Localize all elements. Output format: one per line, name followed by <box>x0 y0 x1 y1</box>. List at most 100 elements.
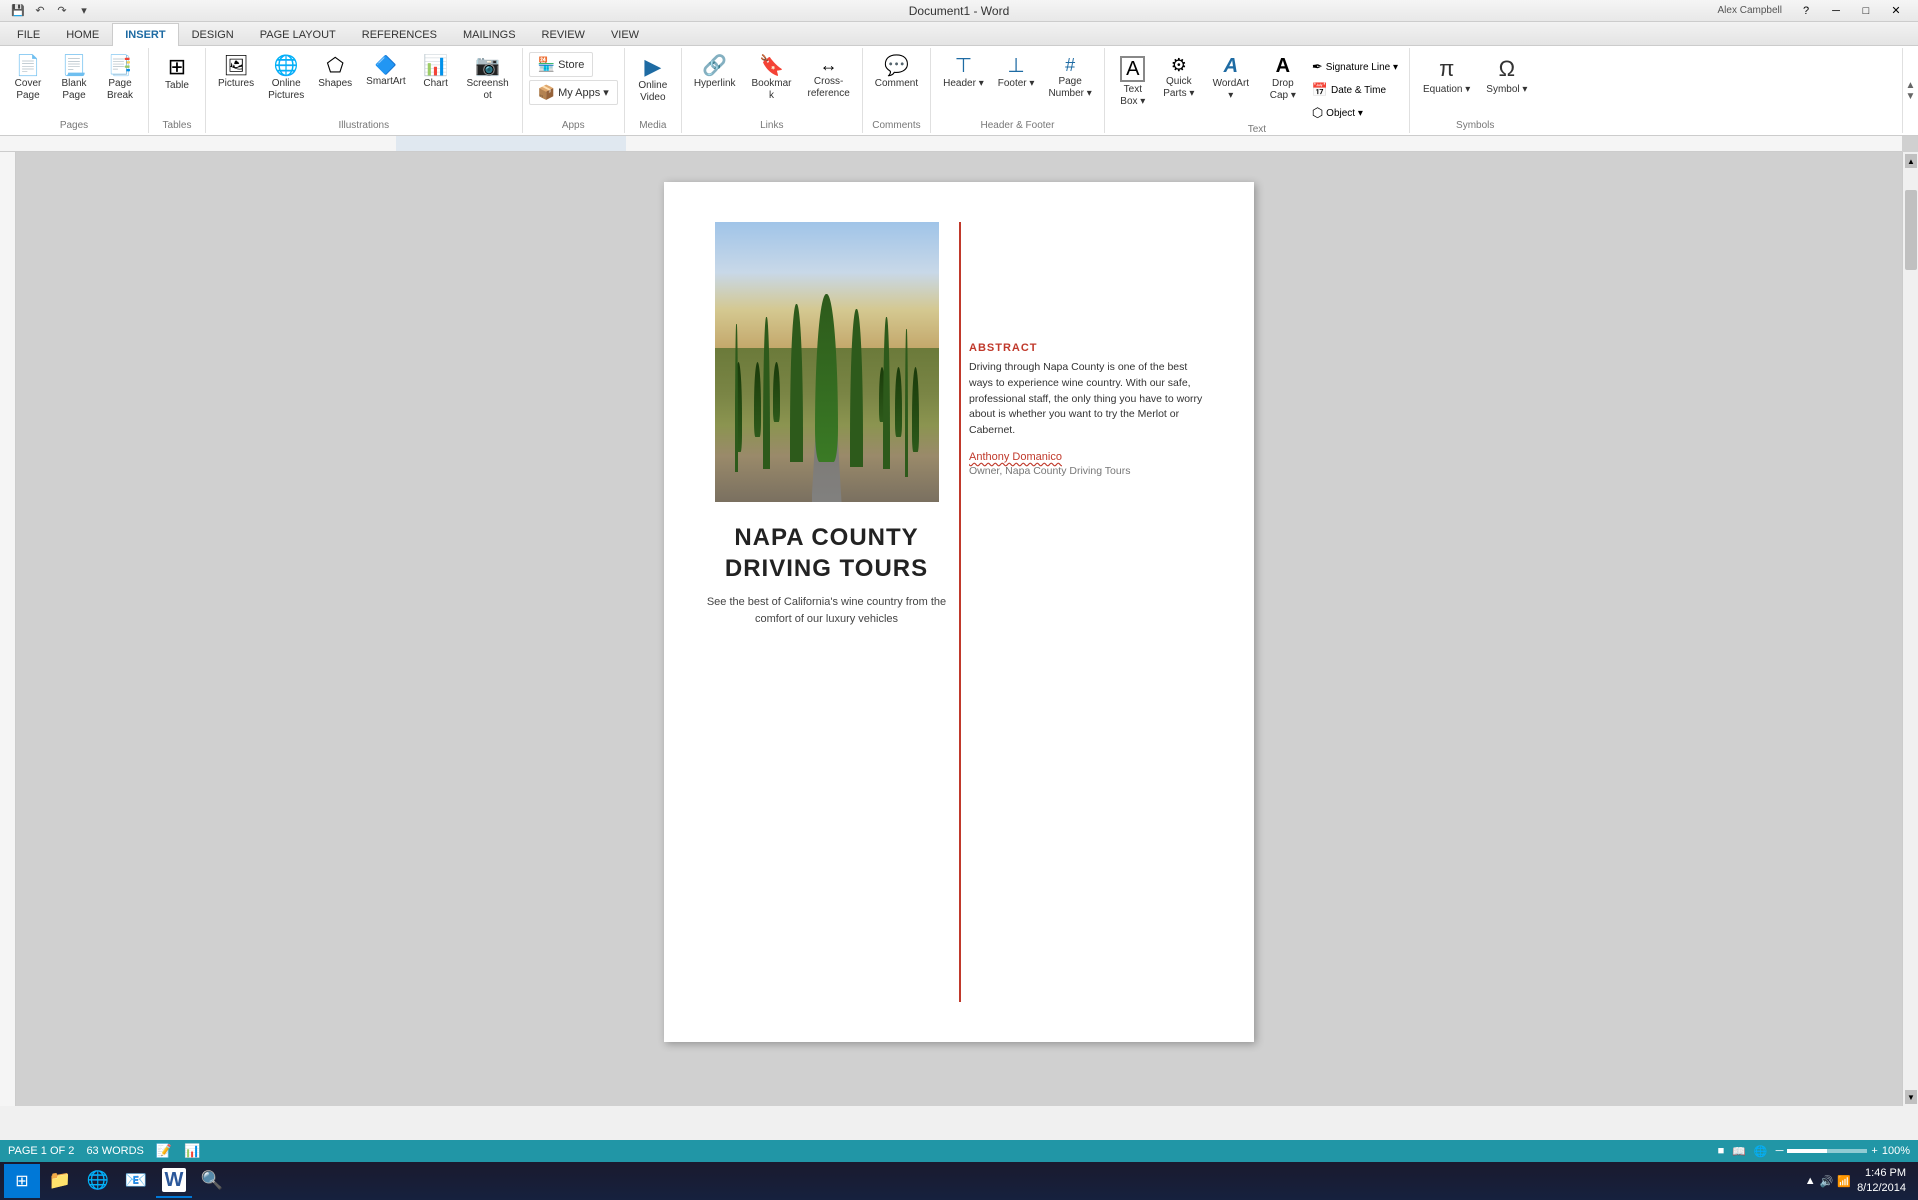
redo-qat-btn[interactable]: ↷ <box>52 2 72 20</box>
window-controls[interactable]: Alex Campbell ? ─ □ ✕ <box>1718 1 1910 21</box>
taskbar-word[interactable]: W <box>156 1164 192 1198</box>
taskbar-chrome[interactable]: 🌐 <box>80 1164 116 1198</box>
ribbon-group-header-footer: ⊤ Header ▾ ⊥ Footer ▾ # PageNumber ▾ Hea… <box>931 48 1105 133</box>
sys-tray[interactable]: ▲ 🔊 📶 <box>1805 1175 1851 1188</box>
volume-icon[interactable]: 🔊 <box>1820 1175 1834 1188</box>
start-button[interactable]: ⊞ <box>4 1164 40 1198</box>
word-icon: W <box>162 1168 186 1192</box>
text-box-btn[interactable]: A TextBox ▾ <box>1111 52 1155 112</box>
quick-parts-icon: ⚙ <box>1171 56 1187 74</box>
ribbon-group-text: A TextBox ▾ ⚙ QuickParts ▾ A WordArt ▾ A… <box>1105 48 1410 133</box>
smartart-icon: 🔷 <box>375 56 397 74</box>
trees-left <box>735 362 798 452</box>
zoom-control[interactable]: ─ + 100% <box>1776 1145 1910 1157</box>
pictures-btn[interactable]: 🖼 Pictures <box>212 52 260 94</box>
scroll-thumb[interactable] <box>1905 190 1917 270</box>
header-btn[interactable]: ⊤ Header ▾ <box>937 52 990 94</box>
ribbon-scroll[interactable]: ▲ ▼ <box>1902 48 1918 133</box>
taskbar-outlook[interactable]: 📧 <box>118 1164 154 1198</box>
tab-mailings[interactable]: MAILINGS <box>450 23 529 45</box>
status-bar: PAGE 1 OF 2 63 WORDS 📝 📊 ■ 📖 🌐 ─ + 100% <box>0 1140 1918 1162</box>
date-time-btn[interactable]: 📅 Date & Time <box>1307 79 1403 101</box>
layout-normal-btn[interactable]: ■ <box>1718 1145 1725 1157</box>
page-number-btn[interactable]: # PageNumber ▾ <box>1042 52 1097 104</box>
blank-page-icon: 📃 <box>62 56 87 76</box>
table-btn[interactable]: ⊞ Table <box>155 52 199 96</box>
tab-review[interactable]: REVIEW <box>529 23 598 45</box>
footer-icon: ⊥ <box>1007 56 1024 76</box>
network-icon[interactable]: 📶 <box>1837 1175 1851 1188</box>
pages-buttons[interactable]: 📄 CoverPage 📃 BlankPage 📑 PageBreak <box>6 50 142 120</box>
signature-line-icon: ✒ <box>1312 59 1323 75</box>
qat-more-btn[interactable]: ▾ <box>74 2 94 20</box>
taskbar-search[interactable]: 🔍 <box>194 1164 230 1198</box>
tab-view[interactable]: VIEW <box>598 23 652 45</box>
store-btn[interactable]: 🏪 Store <box>529 52 594 77</box>
notifications-icon[interactable]: ▲ <box>1805 1175 1816 1187</box>
page-break-btn[interactable]: 📑 PageBreak <box>98 52 142 106</box>
hyperlink-btn[interactable]: 🔗 Hyperlink <box>688 52 742 94</box>
taskbar-right: ▲ 🔊 📶 1:46 PM 8/12/2014 <box>1805 1166 1914 1197</box>
zoom-slider[interactable] <box>1787 1149 1867 1153</box>
save-qat-btn[interactable]: 💾 <box>8 2 28 20</box>
taskbar-file-explorer[interactable]: 📁 <box>42 1164 78 1198</box>
taskbar[interactable]: ⊞ 📁 🌐 📧 W 🔍 ▲ 🔊 📶 1:46 PM 8/12/2014 <box>0 1162 1918 1200</box>
smartart-btn[interactable]: 🔷 SmartArt <box>360 52 411 92</box>
equation-btn[interactable]: π Equation ▾ <box>1416 52 1477 99</box>
drop-cap-btn[interactable]: A DropCap ▾ <box>1261 52 1305 106</box>
quick-parts-btn[interactable]: ⚙ QuickParts ▾ <box>1157 52 1201 104</box>
signature-line-btn[interactable]: ✒ Signature Line ▾ <box>1307 56 1403 78</box>
minimize-btn[interactable]: ─ <box>1822 1 1850 21</box>
wordart-btn[interactable]: A WordArt ▾ <box>1203 52 1259 106</box>
shapes-btn[interactable]: ⬠ Shapes <box>312 52 358 94</box>
ribbon-tabs[interactable]: FILE HOME INSERT DESIGN PAGE LAYOUT REFE… <box>0 22 1918 46</box>
symbol-btn[interactable]: Ω Symbol ▾ <box>1479 52 1534 99</box>
cover-page-btn[interactable]: 📄 CoverPage <box>6 52 50 106</box>
tab-insert[interactable]: INSERT <box>112 23 178 46</box>
zoom-slider-fill <box>1787 1149 1827 1153</box>
undo-qat-btn[interactable]: ↶ <box>30 2 50 20</box>
layout-web-btn[interactable]: 🌐 <box>1754 1145 1768 1158</box>
online-pictures-btn[interactable]: 🌐 OnlinePictures <box>262 52 310 106</box>
chart-btn[interactable]: 📊 Chart <box>414 52 458 94</box>
tab-design[interactable]: DESIGN <box>179 23 247 45</box>
my-apps-btn[interactable]: 📦 My Apps ▾ <box>529 80 618 105</box>
comment-btn[interactable]: 💬 Comment <box>869 52 924 94</box>
screenshot-btn[interactable]: 📷 Screenshot <box>460 52 516 106</box>
tab-page-layout[interactable]: PAGE LAYOUT <box>247 23 349 45</box>
status-right[interactable]: ■ 📖 🌐 ─ + 100% <box>1718 1145 1910 1158</box>
zoom-level: 100% <box>1882 1145 1910 1157</box>
help-btn[interactable]: ? <box>1792 1 1820 21</box>
ribbon-scroll-down[interactable]: ▼ <box>1906 91 1916 102</box>
tab-home[interactable]: HOME <box>53 23 112 45</box>
illustrations-group-label: Illustrations <box>339 120 390 133</box>
shapes-icon: ⬠ <box>327 56 344 76</box>
chrome-icon: 🌐 <box>87 1170 109 1191</box>
document-page[interactable]: NAPA COUNTY DRIVING TOURS See the best o… <box>664 182 1254 1042</box>
layout-reading-btn[interactable]: 📖 <box>1732 1145 1746 1158</box>
object-btn[interactable]: ⬡ Object ▾ <box>1307 102 1403 124</box>
document-area[interactable]: NAPA COUNTY DRIVING TOURS See the best o… <box>16 152 1902 1106</box>
online-video-btn[interactable]: ▶ OnlineVideo <box>631 52 675 108</box>
tab-references[interactable]: REFERENCES <box>349 23 450 45</box>
maximize-btn[interactable]: □ <box>1852 1 1880 21</box>
cross-reference-btn[interactable]: ↔ Cross-reference <box>802 52 856 104</box>
scroll-down-btn[interactable]: ▼ <box>1905 1090 1917 1104</box>
ribbon-scroll-up[interactable]: ▲ <box>1906 80 1916 91</box>
blank-page-btn[interactable]: 📃 BlankPage <box>52 52 96 106</box>
zoom-in-btn[interactable]: + <box>1871 1145 1877 1157</box>
sky-scene <box>715 222 939 348</box>
footer-btn[interactable]: ⊥ Footer ▾ <box>992 52 1041 94</box>
clock[interactable]: 1:46 PM 8/12/2014 <box>1857 1166 1906 1197</box>
scroll-up-btn[interactable]: ▲ <box>1905 154 1917 168</box>
cover-page-icon: 📄 <box>16 56 41 76</box>
abstract-label: ABSTRACT <box>969 342 1214 354</box>
close-btn[interactable]: ✕ <box>1882 1 1910 21</box>
zoom-out-btn[interactable]: ─ <box>1776 1145 1784 1157</box>
quick-access-toolbar[interactable]: 💾 ↶ ↷ ▾ <box>8 2 94 20</box>
page-divider <box>959 222 961 1002</box>
tab-file[interactable]: FILE <box>4 23 53 45</box>
bookmark-btn[interactable]: 🔖 Bookmark <box>744 52 800 106</box>
vertical-scrollbar[interactable]: ▲ ▼ <box>1902 152 1918 1106</box>
tracking-icon: 📊 <box>184 1143 200 1159</box>
